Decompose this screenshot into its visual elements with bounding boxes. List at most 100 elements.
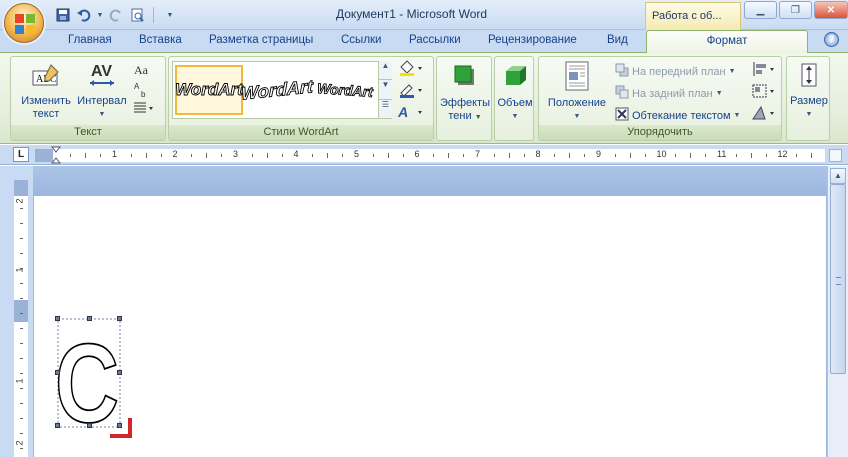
resize-handle[interactable]: [55, 370, 60, 375]
ruler-tick: [206, 153, 208, 158]
line-color-icon[interactable]: [398, 81, 426, 102]
red-corner-marker: [110, 418, 132, 438]
text-group-label: Текст: [11, 125, 165, 140]
office-button[interactable]: [4, 3, 44, 43]
ruler-number: 7: [475, 149, 481, 159]
spacing-icon: AV: [73, 61, 131, 93]
undo-icon[interactable]: [75, 6, 93, 24]
gallery-up-button[interactable]: ▲: [379, 61, 392, 81]
resize-handle[interactable]: [55, 316, 60, 321]
resize-handle[interactable]: [55, 423, 60, 428]
edit-text-button[interactable]: ABC Изменить текст: [17, 63, 75, 121]
ruler-tick: [614, 154, 616, 157]
gallery-down-button[interactable]: ▼: [379, 80, 392, 100]
vertical-ruler[interactable]: 2112: [14, 180, 28, 457]
document-page[interactable]: [34, 196, 826, 457]
ruler-tick: [584, 154, 586, 157]
wordart-object[interactable]: C: [55, 316, 122, 428]
tab-format[interactable]: Формат: [646, 30, 808, 53]
ruler-tick: [100, 154, 102, 157]
wrap-text-button[interactable]: Обтекание текстом ▼: [615, 107, 740, 124]
size-button[interactable]: Размер ▼: [787, 61, 831, 121]
customize-icon[interactable]: ▼: [161, 6, 179, 24]
shadow-effects-button[interactable]: Эффекты тени ▼: [439, 61, 491, 124]
ruler-tick: [387, 153, 389, 158]
minimize-button[interactable]: ▁: [744, 1, 777, 19]
tab-home[interactable]: Главная: [68, 34, 112, 46]
ruler-tick: [463, 154, 465, 157]
change-shape-icon[interactable]: A: [397, 103, 426, 124]
send-back-icon: [615, 85, 629, 102]
save-icon[interactable]: [54, 6, 72, 24]
wordart-style-1[interactable]: WordArt: [175, 65, 243, 115]
ruler-number: 8: [535, 149, 541, 159]
position-icon: [541, 61, 613, 95]
resize-handle[interactable]: [117, 316, 122, 321]
ruler-tick: [85, 153, 87, 158]
view-ruler-icon[interactable]: [829, 149, 842, 162]
spacing-button[interactable]: AV Интервал ▼: [73, 61, 131, 121]
ruler-tick: [20, 448, 23, 449]
tab-insert[interactable]: Вставка: [139, 34, 182, 46]
tab-mailings[interactable]: Рассылки: [409, 34, 461, 46]
undo-dropdown-icon[interactable]: ▼: [96, 6, 104, 24]
print-preview-icon[interactable]: [128, 6, 146, 24]
position-button[interactable]: Положение ▼: [541, 61, 613, 123]
ruler-tick: [20, 223, 23, 224]
resize-handle[interactable]: [87, 423, 92, 428]
tab-review[interactable]: Рецензирование: [488, 34, 577, 46]
ruler-number: 3: [233, 149, 239, 159]
ruler-tick: [554, 154, 556, 157]
svg-text:AV: AV: [91, 63, 112, 80]
ruler-tick: [20, 418, 23, 419]
scroll-thumb[interactable]: [830, 184, 846, 374]
volume-button[interactable]: Объем ▼: [496, 61, 534, 123]
ruler-tick: [629, 153, 631, 158]
close-button[interactable]: ✕: [814, 1, 848, 19]
bring-forward-label: На передний план: [632, 65, 726, 78]
scroll-up-button[interactable]: ▲: [830, 168, 846, 184]
same-height-icon[interactable]: Aa: [133, 61, 151, 82]
send-back-button[interactable]: На задний план ▼: [615, 85, 723, 102]
ruler-number: 6: [414, 149, 420, 159]
tab-references[interactable]: Ссылки: [341, 34, 382, 46]
size-icon: [787, 61, 831, 93]
indent-marker-icon[interactable]: [50, 146, 62, 168]
text-group: ABC Изменить текст AV Интервал ▼ Aa Ab Т…: [10, 56, 166, 141]
ruler-tick: [312, 154, 314, 157]
size-label: Размер: [790, 95, 828, 107]
bring-forward-button[interactable]: На передний план ▼: [615, 63, 736, 80]
wordart-style-2[interactable]: WordArt: [241, 61, 314, 118]
ruler-number: 1: [112, 149, 118, 159]
tab-view[interactable]: Вид: [607, 34, 628, 46]
align-icon[interactable]: [751, 61, 777, 80]
tab-page-layout[interactable]: Разметка страницы: [209, 34, 313, 46]
page-gap: [33, 166, 827, 196]
ruler-tick: [20, 298, 23, 299]
send-back-label: На задний план: [632, 87, 713, 100]
horizontal-ruler[interactable]: 1 2 3 4 5 6 7 8 9 10 11 12: [35, 149, 825, 162]
resize-handle[interactable]: [87, 316, 92, 321]
help-icon[interactable]: ?: [824, 32, 839, 47]
fill-color-icon[interactable]: [398, 59, 426, 80]
scroll-grip-icon: [836, 277, 841, 285]
gallery-more-button[interactable]: ☰: [379, 100, 392, 119]
resize-handle[interactable]: [117, 370, 122, 375]
wordart-style-3[interactable]: WordArt: [309, 63, 380, 118]
ruler-tick: [20, 268, 23, 269]
ruler-number: 11: [717, 149, 727, 159]
restore-button[interactable]: ❐: [779, 1, 812, 19]
vertical-scrollbar[interactable]: ▲: [827, 166, 848, 457]
ruler-tick: [644, 154, 646, 157]
ruler-tick: [20, 208, 23, 209]
wordart-styles-gallery: WordArt WordArt WordArt: [172, 61, 392, 119]
redo-icon[interactable]: [107, 6, 125, 24]
ruler-tick: [160, 154, 162, 157]
vertical-text-icon[interactable]: Ab: [133, 81, 151, 102]
svg-text:b: b: [141, 90, 146, 99]
align-text-icon[interactable]: [133, 101, 155, 118]
rotate-icon[interactable]: [751, 105, 777, 124]
tab-stop-selector[interactable]: L: [13, 147, 29, 162]
group-icon[interactable]: [751, 83, 777, 102]
ruler-tick: [191, 154, 193, 157]
